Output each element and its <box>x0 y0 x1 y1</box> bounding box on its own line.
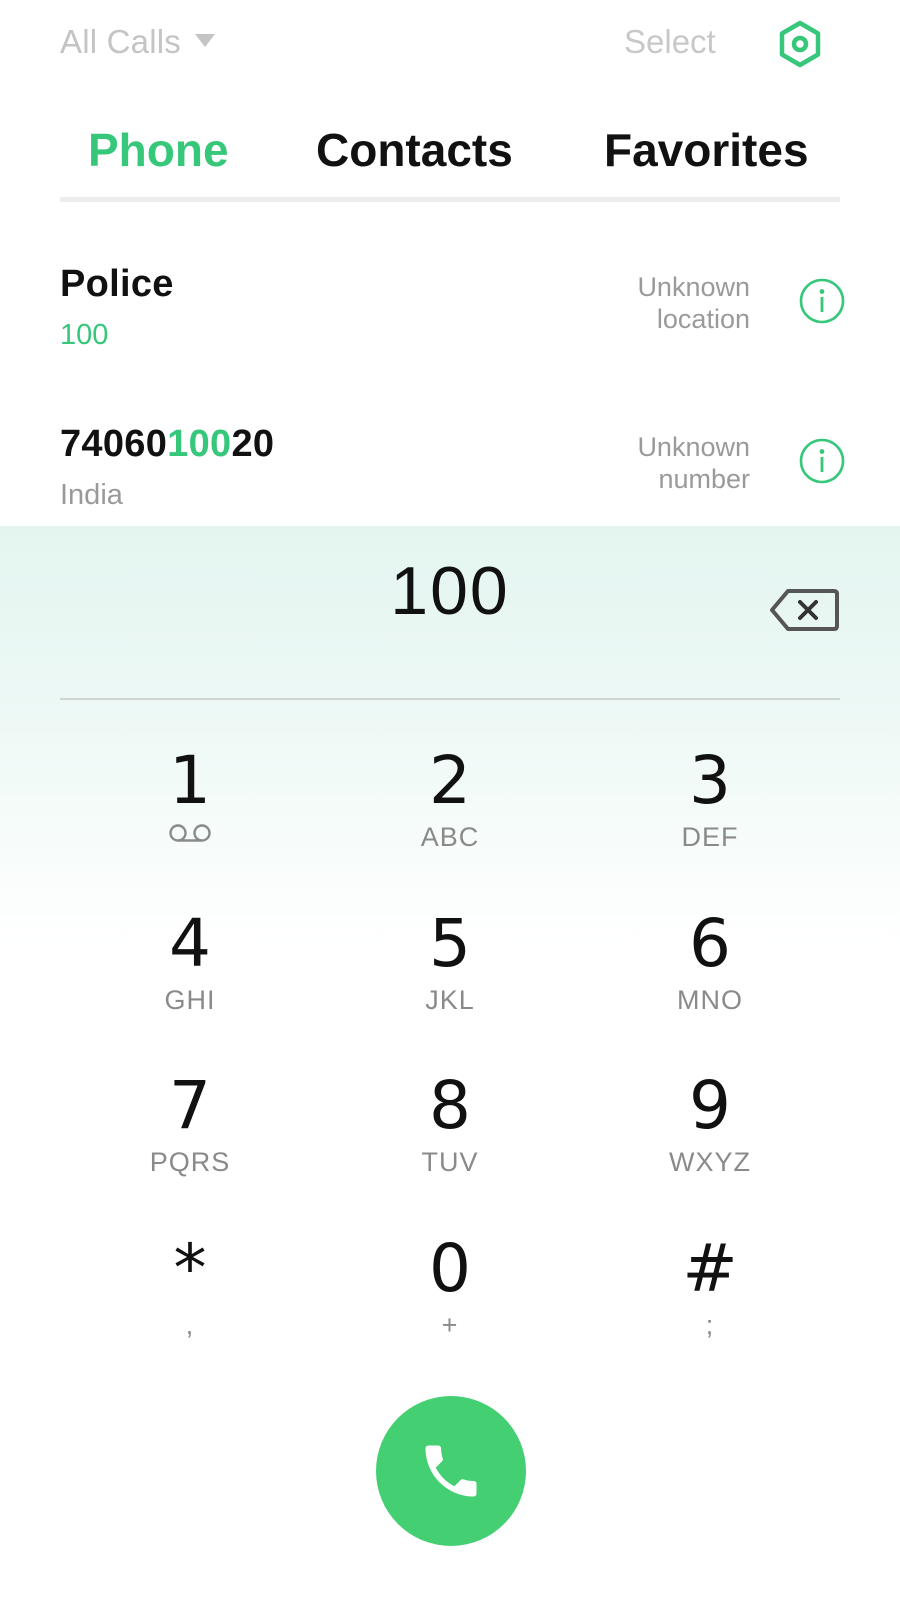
contact-name: Police <box>60 263 174 305</box>
key-digit: 7 <box>169 1067 211 1144</box>
call-filter-dropdown[interactable]: All Calls <box>60 20 215 64</box>
key-hash[interactable]: # ; <box>610 1230 810 1370</box>
key-digit: 4 <box>169 905 211 982</box>
key-letters: DEF <box>681 822 739 852</box>
status-line-1: Unknown <box>637 432 750 462</box>
contact-info-button[interactable] <box>798 277 846 325</box>
dialed-number-display[interactable]: 100 <box>0 552 900 630</box>
key-letters: TUV <box>421 1147 479 1177</box>
key-digit: 0 <box>429 1230 471 1307</box>
key-9[interactable]: 9 WXYZ <box>610 1067 810 1207</box>
key-digit: 3 <box>689 742 731 819</box>
phone-number: 7406010020 <box>60 423 274 466</box>
key-4[interactable]: 4 GHI <box>90 905 290 1045</box>
keypad: 1 2 ABC 3 DEF 4 GHI 5 JKL 6 MNO 7 PQRS 8… <box>60 742 840 1392</box>
status-line-2: number <box>658 464 750 494</box>
top-bar: All Calls Select <box>0 0 900 86</box>
number-match-highlight: 100 <box>167 423 232 465</box>
info-circle-icon <box>799 278 845 324</box>
key-8[interactable]: 8 TUV <box>350 1067 550 1207</box>
key-star[interactable]: * , <box>90 1230 290 1370</box>
select-button[interactable]: Select <box>624 20 716 64</box>
settings-hexagon-icon <box>779 20 821 68</box>
contact-number: 100 <box>60 319 109 351</box>
key-digit: 6 <box>689 905 731 982</box>
key-7[interactable]: 7 PQRS <box>90 1067 290 1207</box>
key-letters: JKL <box>425 985 475 1015</box>
key-digit: * <box>173 1230 207 1307</box>
number-info-button[interactable] <box>798 437 846 485</box>
key-5[interactable]: 5 JKL <box>350 905 550 1045</box>
number-region: India <box>60 479 123 511</box>
tab-contacts[interactable]: Contacts <box>316 108 513 192</box>
key-letters: , <box>185 1310 195 1340</box>
number-suffix: 20 <box>231 423 275 465</box>
call-location-status: Unknown location <box>550 271 750 335</box>
tab-favorites[interactable]: Favorites <box>604 108 809 192</box>
key-digit: 5 <box>429 905 471 982</box>
key-letters: ; <box>705 1310 715 1340</box>
call-log-item[interactable]: Police 100 Unknown location <box>0 255 900 395</box>
dialpad-divider <box>60 698 840 700</box>
key-letters: PQRS <box>149 1147 231 1177</box>
backspace-icon <box>770 589 839 631</box>
key-digit: 2 <box>429 742 471 819</box>
tab-phone[interactable]: Phone <box>88 108 229 192</box>
backspace-button[interactable] <box>768 586 840 634</box>
number-prefix: 74060 <box>60 423 168 465</box>
key-0[interactable]: 0 + <box>350 1230 550 1370</box>
dialpad-panel: 100 1 2 ABC 3 DEF 4 GHI 5 JKL 6 MNO 7 PQ… <box>0 526 900 1600</box>
key-digit: 8 <box>429 1067 471 1144</box>
call-button[interactable] <box>376 1396 526 1546</box>
key-digit: 1 <box>169 742 211 819</box>
status-line-1: Unknown <box>637 272 750 302</box>
key-letters: GHI <box>164 985 216 1015</box>
key-letters: ABC <box>420 822 480 852</box>
key-1[interactable]: 1 <box>90 742 290 882</box>
key-3[interactable]: 3 DEF <box>610 742 810 882</box>
key-letters: WXYZ <box>669 1147 751 1177</box>
voicemail-icon <box>169 824 211 842</box>
call-number-status: Unknown number <box>550 431 750 495</box>
status-line-2: location <box>656 304 750 334</box>
settings-button[interactable] <box>776 20 824 68</box>
key-letters: + <box>441 1310 459 1340</box>
key-digit: # <box>682 1230 738 1307</box>
call-filter-label: All Calls <box>60 23 181 60</box>
key-letters: MNO <box>677 985 743 1015</box>
phone-handset-icon <box>425 1445 477 1497</box>
tab-divider <box>60 197 840 202</box>
key-2[interactable]: 2 ABC <box>350 742 550 882</box>
caret-down-icon <box>195 33 215 47</box>
main-tabs: Phone Contacts Favorites <box>60 108 840 204</box>
info-circle-icon <box>799 438 845 484</box>
key-digit: 9 <box>689 1067 731 1144</box>
key-6[interactable]: 6 MNO <box>610 905 810 1045</box>
